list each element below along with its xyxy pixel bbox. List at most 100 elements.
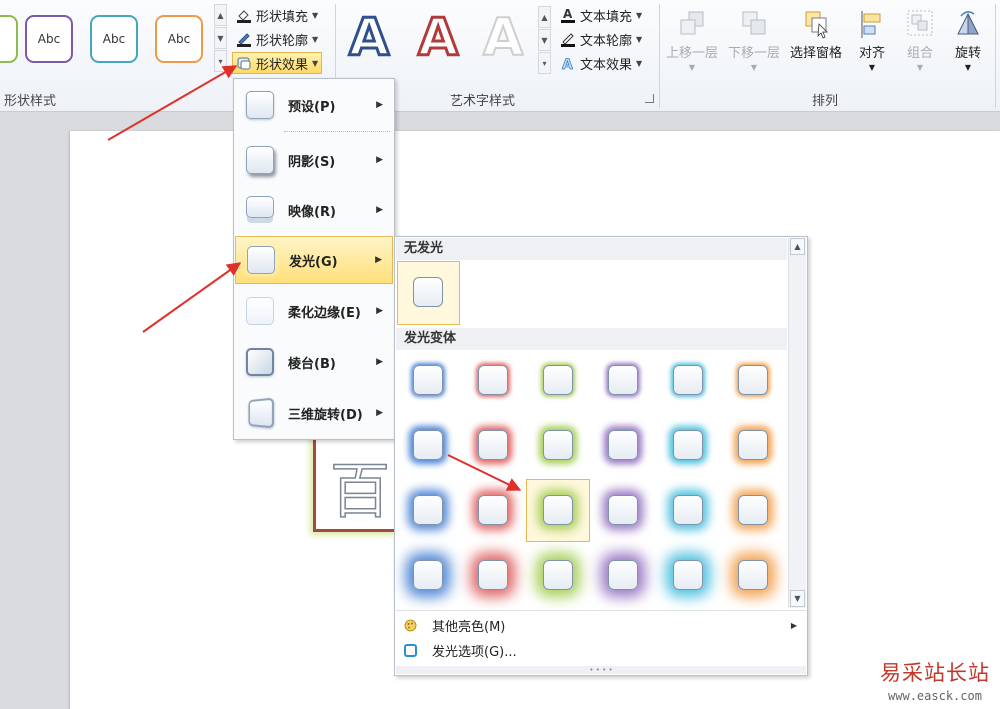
selection-pane-label: 选择窗格 — [790, 46, 843, 61]
rotate-icon — [957, 11, 979, 35]
glow-variant-swatch[interactable] — [673, 495, 703, 525]
shape-style-thumb-label: Abc — [37, 32, 61, 46]
chevron-right-icon: ▶ — [376, 155, 383, 165]
no-glow-option[interactable] — [413, 277, 443, 307]
reflection-icon — [246, 196, 274, 218]
wordart-gallery-scroll-up[interactable]: ▲ — [538, 6, 551, 28]
chevron-right-icon: ▶ — [376, 306, 383, 316]
shape-style-thumb-4[interactable]: Abc — [155, 15, 203, 63]
glow-variant-swatch[interactable] — [543, 430, 573, 460]
chevron-right-icon: ▶ — [376, 100, 383, 110]
menu-item-bevel[interactable]: 棱台(B) ▶ — [235, 338, 393, 386]
glow-variant-swatch[interactable] — [738, 560, 768, 590]
glow-variant-swatch[interactable] — [413, 365, 443, 395]
glow-variant-swatch[interactable] — [608, 430, 638, 460]
watermark-logo-text: 易采站长站 — [880, 661, 990, 685]
shape-outline-button[interactable]: 形状轮廓 ▼ — [236, 29, 318, 49]
glow-variant-swatch[interactable] — [673, 560, 703, 590]
watermark: 易采站长站 www.easck.com — [880, 657, 990, 703]
wordart-sample-gray[interactable]: A — [482, 9, 524, 67]
text-outline-button[interactable]: 文本轮廓 ▼ — [560, 29, 642, 49]
ribbon: Abc Abc Abc ▲ ▼ ▾ 形状填充 ▼ 形状轮廓 ▼ 形状效果 ▼ 形… — [0, 0, 1000, 112]
paint-bucket-icon — [237, 10, 251, 23]
shape-fill-label: 形状填充 — [256, 9, 309, 25]
glow-variant-swatch[interactable] — [543, 495, 573, 525]
glow-submenu: 无发光 发光变体 ▲ ▼ 其他亮色(M) ▶ 发光选项(G)... • • • … — [394, 236, 808, 676]
shape-effects-menu: 预设(P) ▶ 阴影(S) ▶ 映像(R) ▶ 发光(G) ▶ 柔化边缘(E) … — [233, 78, 395, 440]
text-fill-button[interactable]: A 文本填充 ▼ — [560, 5, 642, 25]
text-fill-label: 文本填充 — [580, 9, 633, 25]
send-backward-button[interactable]: 下移一层 ▼ — [728, 8, 780, 72]
shape-effects-button[interactable]: 形状效果 ▼ — [232, 52, 323, 74]
shape-text: 百 — [329, 456, 391, 528]
glow-variant-swatch[interactable] — [413, 430, 443, 460]
submenu-scrollbar[interactable]: ▲ ▼ — [788, 238, 806, 608]
chevron-right-icon: ▶ — [376, 357, 383, 367]
glow-variant-swatch[interactable] — [608, 560, 638, 590]
glow-variant-swatch[interactable] — [738, 495, 768, 525]
rotate-button[interactable]: 旋转 ▼ — [953, 8, 983, 72]
chevron-down-icon: ▼ — [636, 58, 643, 68]
glow-variant-swatch[interactable] — [608, 495, 638, 525]
wordart-letter: A — [416, 8, 459, 68]
shape-fill-button[interactable]: 形状填充 ▼ — [236, 5, 318, 25]
shape-outline-label: 形状轮廓 — [256, 33, 309, 49]
glow-variant-swatch[interactable] — [478, 495, 508, 525]
scroll-up-button[interactable]: ▲ — [790, 238, 805, 255]
bring-forward-icon — [680, 11, 704, 35]
glow-variants-heading: 发光变体 — [396, 328, 787, 350]
glow-variant-swatch[interactable] — [543, 365, 573, 395]
menu-item-reflection[interactable]: 映像(R) ▶ — [235, 186, 393, 234]
chevron-down-icon: ▼ — [688, 63, 696, 72]
3d-rotation-icon — [248, 397, 275, 429]
send-backward-label: 下移一层 — [728, 46, 781, 61]
menu-item-preset[interactable]: 预设(P) ▶ — [235, 81, 393, 129]
scroll-down-button[interactable]: ▼ — [790, 590, 805, 607]
wordart-sample-blue[interactable]: A — [347, 8, 390, 68]
wordart-gallery-scroll-down[interactable]: ▼ — [538, 29, 551, 51]
more-glow-colors-item[interactable]: 其他亮色(M) ▶ — [396, 613, 797, 637]
glow-variant-swatch[interactable] — [413, 495, 443, 525]
menu-item-glow[interactable]: 发光(G) ▶ — [235, 236, 393, 284]
glow-variant-swatch[interactable] — [738, 430, 768, 460]
group-button[interactable]: 组合 ▼ — [905, 8, 935, 72]
chevron-down-icon: ▼ — [750, 63, 758, 72]
palette-icon — [404, 619, 417, 631]
bring-forward-button[interactable]: 上移一层 ▼ — [666, 8, 718, 72]
glow-variant-swatch[interactable] — [478, 430, 508, 460]
shape-gallery-scroll-down[interactable]: ▼ — [214, 27, 227, 49]
text-effects-button[interactable]: A 文本效果 ▼ — [560, 53, 643, 73]
shape-gallery-more[interactable]: ▾ — [214, 50, 227, 72]
more-glow-colors-label: 其他亮色(M) — [432, 619, 506, 635]
text-fill-icon: A — [561, 7, 575, 23]
menu-item-shadow[interactable]: 阴影(S) ▶ — [235, 136, 393, 184]
selected-shape[interactable]: 百 — [313, 432, 403, 532]
menu-item-label: 棱台(B) — [288, 356, 336, 372]
chevron-right-icon: ▶ — [376, 408, 383, 418]
shape-styles-group-label: 形状样式 — [4, 94, 57, 109]
align-button[interactable]: 对齐 ▼ — [857, 8, 887, 72]
chevron-down-icon: ▼ — [868, 63, 876, 72]
no-glow-heading: 无发光 — [396, 238, 787, 260]
wordart-gallery-more[interactable]: ▾ — [538, 52, 551, 74]
menu-item-soft-edges[interactable]: 柔化边缘(E) ▶ — [235, 287, 393, 335]
wordart-letter: A — [347, 8, 390, 68]
glow-variant-swatch[interactable] — [413, 560, 443, 590]
glow-variant-swatch[interactable] — [478, 365, 508, 395]
shape-gallery-scroll-up[interactable]: ▲ — [214, 4, 227, 26]
glow-variant-swatch[interactable] — [478, 560, 508, 590]
glow-variant-swatch[interactable] — [673, 430, 703, 460]
glow-variant-swatch[interactable] — [543, 560, 573, 590]
dialog-launcher-icon[interactable] — [645, 94, 654, 103]
menu-item-3d-rotation[interactable]: 三维旋转(D) ▶ — [235, 389, 393, 437]
resize-grip[interactable]: • • • • — [396, 666, 806, 674]
shape-style-thumb-1[interactable] — [0, 15, 18, 63]
shape-style-thumb-3[interactable]: Abc — [90, 15, 138, 63]
glow-variant-swatch[interactable] — [738, 365, 768, 395]
glow-variant-swatch[interactable] — [673, 365, 703, 395]
glow-options-item[interactable]: 发光选项(G)... — [396, 638, 787, 662]
shape-style-thumb-2[interactable]: Abc — [25, 15, 73, 63]
glow-variant-swatch[interactable] — [608, 365, 638, 395]
selection-pane-button[interactable]: 选择窗格 — [790, 8, 842, 61]
wordart-sample-red[interactable]: A — [416, 8, 459, 68]
